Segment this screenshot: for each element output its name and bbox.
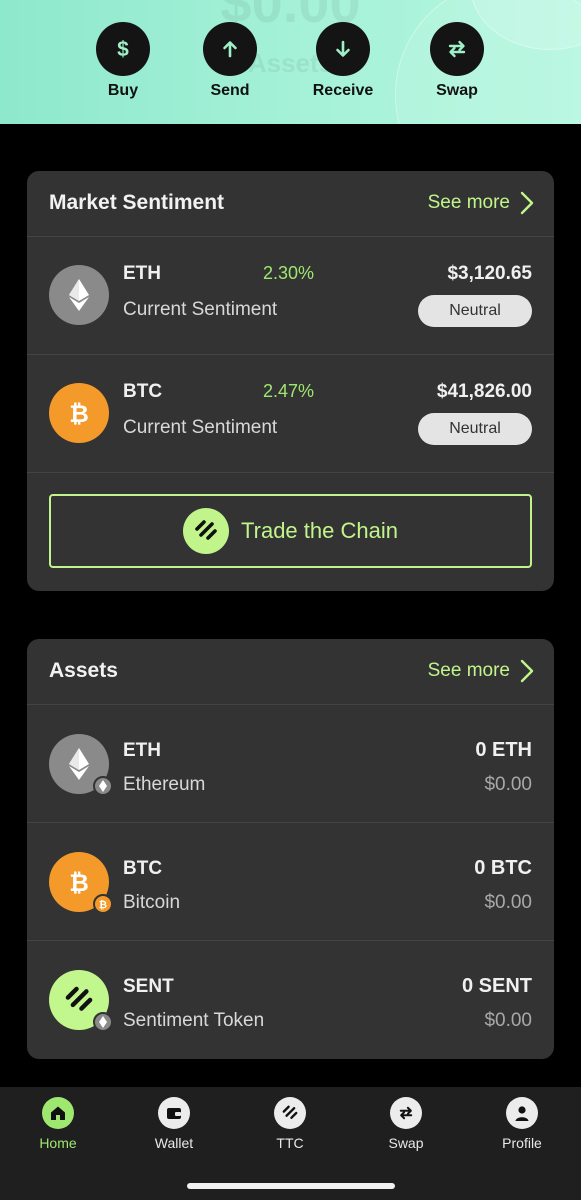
swap-button[interactable]: Swap	[402, 22, 512, 100]
profile-icon	[515, 1106, 529, 1121]
asset-amount: 0 ETH	[475, 739, 532, 761]
svg-text:₿: ₿	[99, 899, 107, 910]
coin-name: Ethereum	[123, 774, 206, 795]
swap-label: Swap	[436, 82, 478, 99]
see-more-link[interactable]: See more	[428, 659, 534, 683]
tab-label: Wallet	[154, 1135, 194, 1151]
asset-row-sent[interactable]: SENT Sentiment Token 0 SENT $0.00	[27, 941, 554, 1059]
send-label: Send	[210, 82, 250, 99]
bitcoin-network-icon: ₿	[93, 894, 113, 914]
ttc-logo-icon	[183, 508, 230, 554]
header-banner: $0.00 Assets $ Buy Send Receive Swap	[0, 0, 581, 124]
buy-label: Buy	[107, 82, 139, 99]
ethereum-network-icon	[93, 776, 113, 796]
svg-text:₿: ₿	[69, 401, 89, 428]
coin-name: Bitcoin	[123, 892, 181, 913]
coin-name: Sentiment Token	[123, 1010, 265, 1031]
asset-value: $0.00	[484, 1010, 532, 1031]
see-more-label: See more	[427, 192, 510, 213]
svg-text:$: $	[117, 38, 129, 61]
asset-row-btc[interactable]: ₿ ₿ BTC Bitcoin 0 BTC $0.00	[27, 823, 554, 941]
coin-symbol: ETH	[123, 740, 161, 761]
swap-icon	[399, 1106, 413, 1120]
coin-price: $3,120.65	[447, 263, 532, 284]
tab-swap[interactable]: Swap	[356, 1097, 456, 1151]
price-change: 2.47%	[263, 381, 315, 401]
buy-button[interactable]: $ Buy	[68, 22, 178, 100]
sent-token-icon	[49, 970, 113, 1032]
coin-symbol: BTC	[123, 858, 163, 879]
home-indicator	[187, 1183, 395, 1189]
tab-home[interactable]: Home	[8, 1097, 108, 1151]
tab-ttc[interactable]: TTC	[240, 1097, 340, 1151]
send-button[interactable]: Send	[175, 22, 285, 100]
swap-icon	[448, 40, 466, 58]
tab-wallet[interactable]: Wallet	[124, 1097, 224, 1151]
receive-button[interactable]: Receive	[288, 22, 398, 100]
asset-amount: 0 SENT	[461, 975, 532, 997]
ttc-icon	[282, 1105, 298, 1120]
asset-value: $0.00	[484, 774, 532, 795]
asset-value: $0.00	[484, 892, 532, 913]
see-more-link[interactable]: See more	[428, 191, 534, 215]
eth-coin-icon	[49, 734, 113, 796]
asset-amount: 0 BTC	[474, 857, 532, 879]
trade-button-label: Trade the Chain	[241, 518, 398, 543]
card-title: Assets	[49, 659, 118, 682]
eth-coin-icon	[49, 265, 109, 325]
assets-card: Assets See more ETH Ethereum 0 ETH $0.00	[27, 639, 554, 1059]
tab-label: Swap	[388, 1135, 424, 1151]
btc-coin-icon: ₿ ₿	[49, 852, 113, 914]
sentiment-badge: Neutral	[418, 295, 532, 327]
sentiment-badge: Neutral	[418, 413, 532, 445]
coin-subtitle: Current Sentiment	[123, 417, 278, 438]
tab-label: Home	[39, 1135, 77, 1151]
card-header: Assets See more	[27, 639, 554, 705]
wallet-icon	[167, 1108, 181, 1119]
arrow-down-icon	[336, 40, 350, 57]
svg-text:₿: ₿	[69, 870, 89, 897]
market-sentiment-card: Market Sentiment See more ETH 2.30% Curr…	[27, 171, 554, 591]
price-change: 2.30%	[263, 263, 315, 283]
tab-label: TTC	[276, 1135, 304, 1151]
arrow-up-icon	[223, 41, 237, 58]
coin-symbol: SENT	[123, 976, 174, 997]
card-title: Market Sentiment	[49, 191, 225, 214]
chevron-right-icon	[520, 191, 534, 215]
coin-price: $41,826.00	[436, 381, 532, 402]
dollar-icon: $	[117, 38, 129, 61]
coin-symbol: BTC	[123, 381, 163, 402]
receive-label: Receive	[312, 82, 374, 99]
chevron-right-icon	[520, 659, 534, 683]
ethereum-network-icon	[93, 1012, 113, 1032]
see-more-label: See more	[427, 660, 510, 681]
card-header: Market Sentiment See more	[27, 171, 554, 237]
sentiment-row-btc[interactable]: ₿ BTC 2.47% Current Sentiment $41,826.00…	[27, 355, 554, 473]
tab-label: Profile	[502, 1135, 542, 1151]
asset-row-eth[interactable]: ETH Ethereum 0 ETH $0.00	[27, 705, 554, 823]
trade-the-chain-button[interactable]: Trade the Chain	[49, 494, 532, 568]
coin-symbol: ETH	[123, 263, 161, 284]
sentiment-row-eth[interactable]: ETH 2.30% Current Sentiment $3,120.65 Ne…	[27, 237, 554, 355]
btc-coin-icon: ₿	[49, 383, 109, 443]
coin-subtitle: Current Sentiment	[123, 299, 278, 320]
home-icon	[51, 1106, 65, 1120]
tab-profile[interactable]: Profile	[472, 1097, 572, 1151]
